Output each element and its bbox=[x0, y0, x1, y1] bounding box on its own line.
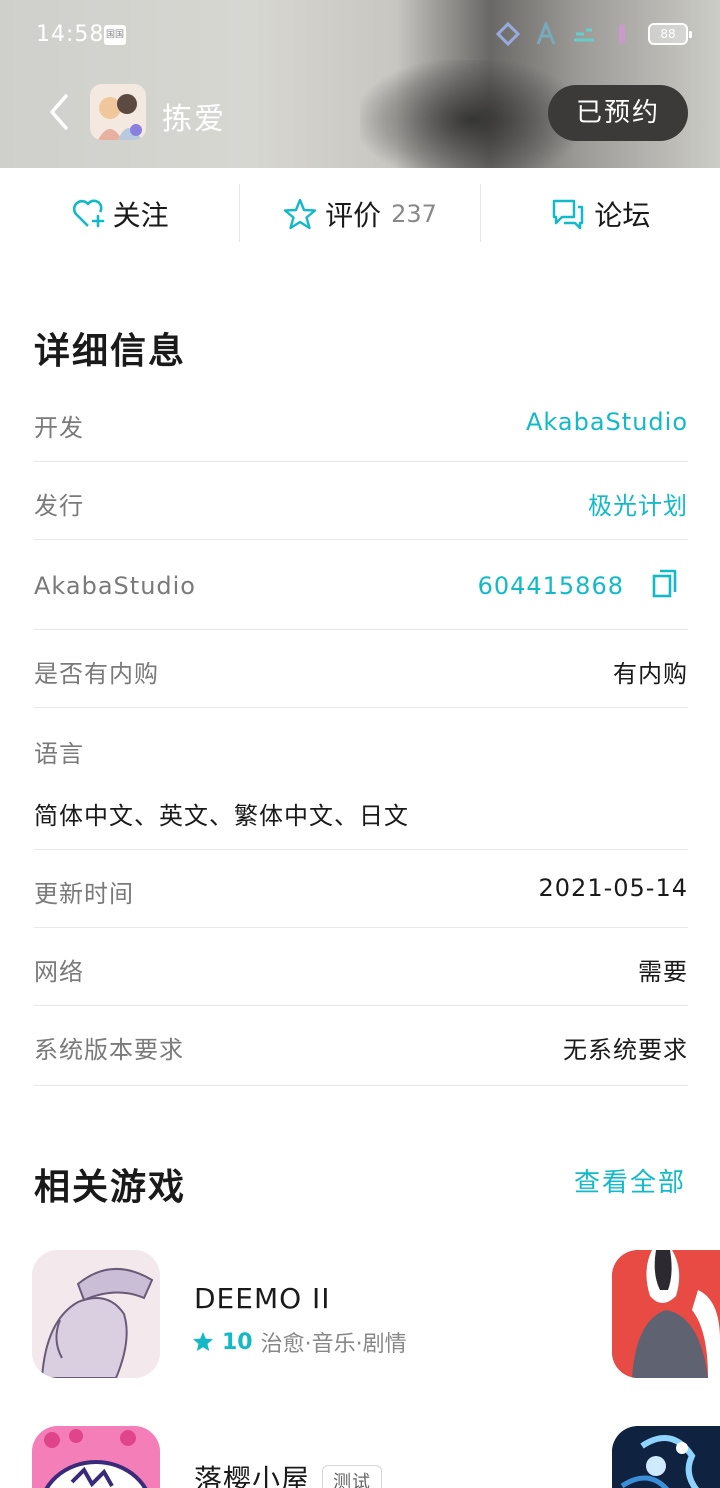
reserved-button[interactable]: 已预约 bbox=[548, 85, 688, 141]
game-icon-deemo[interactable] bbox=[32, 1250, 160, 1378]
network-row: 网络 需要 bbox=[34, 928, 688, 1006]
iap-label: 是否有内购 bbox=[34, 660, 159, 688]
network-value: 需要 bbox=[638, 958, 688, 986]
see-all-link[interactable]: 查看全部 bbox=[574, 1162, 686, 1199]
network-label: 网络 bbox=[34, 958, 84, 986]
review-count: 237 bbox=[391, 200, 437, 228]
system-label: 系统版本要求 bbox=[34, 1036, 184, 1064]
game-tags: 治愈·音乐·剧情 bbox=[260, 1332, 407, 1357]
system-value: 无系统要求 bbox=[563, 1036, 688, 1064]
status-icons: 88 bbox=[496, 22, 692, 46]
notification-brush-icon bbox=[619, 24, 625, 44]
battery-icon: 88 bbox=[648, 23, 692, 45]
game-score: 10 bbox=[222, 1329, 253, 1355]
language-value: 简体中文、英文、繁体中文、日文 bbox=[34, 802, 409, 830]
game-name: 落樱小屋 bbox=[194, 1463, 311, 1488]
developer-row: 开发 AkabaStudio bbox=[34, 384, 688, 462]
developer-label: 开发 bbox=[34, 414, 84, 442]
app-name: 拣爱 bbox=[162, 102, 226, 137]
review-label: 评价 bbox=[325, 199, 382, 232]
studio-row: AkabaStudio 604415868 bbox=[34, 540, 688, 630]
updated-label: 更新时间 bbox=[34, 880, 134, 908]
language-row: 语言 简体中文、英文、繁体中文、日文 bbox=[34, 708, 688, 850]
back-icon[interactable] bbox=[42, 92, 82, 132]
game-meta-deemo: 10 治愈·音乐·剧情 bbox=[192, 1326, 407, 1358]
forum-button[interactable]: 论坛 bbox=[481, 168, 720, 260]
iap-row: 是否有内购 有内购 bbox=[34, 630, 688, 708]
test-badge: 测试 bbox=[322, 1465, 383, 1488]
game-icon-related-2[interactable] bbox=[612, 1250, 720, 1378]
game-icon-luoying[interactable] bbox=[32, 1426, 160, 1488]
system-row: 系统版本要求 无系统要求 bbox=[34, 1006, 688, 1086]
language-label: 语言 bbox=[34, 740, 84, 768]
heart-plus-icon bbox=[72, 199, 104, 228]
follow-button[interactable]: 关注 bbox=[0, 168, 239, 260]
game-title-luoying[interactable]: 落樱小屋 测试 bbox=[194, 1458, 383, 1488]
updated-row: 更新时间 2021-05-14 bbox=[34, 850, 688, 928]
review-button[interactable]: 评价 237 bbox=[240, 168, 479, 260]
notification-a-icon bbox=[536, 22, 556, 45]
studio-id[interactable]: 604415868 bbox=[478, 572, 624, 600]
star-icon bbox=[283, 198, 317, 230]
iap-value: 有内购 bbox=[613, 660, 688, 688]
status-time: 14:58 bbox=[36, 22, 105, 47]
developer-link[interactable]: AkabaStudio bbox=[526, 408, 688, 436]
studio-label: AkabaStudio bbox=[34, 572, 196, 600]
follow-label: 关注 bbox=[112, 199, 169, 232]
app-avatar bbox=[90, 84, 146, 140]
sim-icon: 国国 bbox=[104, 25, 126, 45]
copy-icon[interactable] bbox=[650, 568, 682, 600]
action-bar: 关注 评价 237 论坛 bbox=[0, 168, 720, 260]
details-title: 详细信息 bbox=[34, 331, 187, 372]
publisher-link[interactable]: 极光计划 bbox=[588, 486, 688, 521]
chat-icon bbox=[553, 199, 584, 230]
app-header: 14:58 国国 88 拣爱 已预约 bbox=[0, 0, 720, 168]
publisher-row: 发行 极光计划 bbox=[34, 462, 688, 540]
forum-label: 论坛 bbox=[594, 199, 651, 232]
star-filled-icon bbox=[193, 1332, 213, 1351]
related-title: 相关游戏 bbox=[34, 1167, 187, 1208]
game-icon-related-4[interactable] bbox=[612, 1426, 720, 1488]
notification-misc-icon bbox=[574, 28, 594, 42]
notification-app-icon bbox=[496, 22, 520, 46]
publisher-label: 发行 bbox=[34, 492, 84, 520]
game-title-deemo[interactable]: DEEMO II bbox=[194, 1282, 331, 1315]
updated-value: 2021-05-14 bbox=[538, 874, 688, 902]
